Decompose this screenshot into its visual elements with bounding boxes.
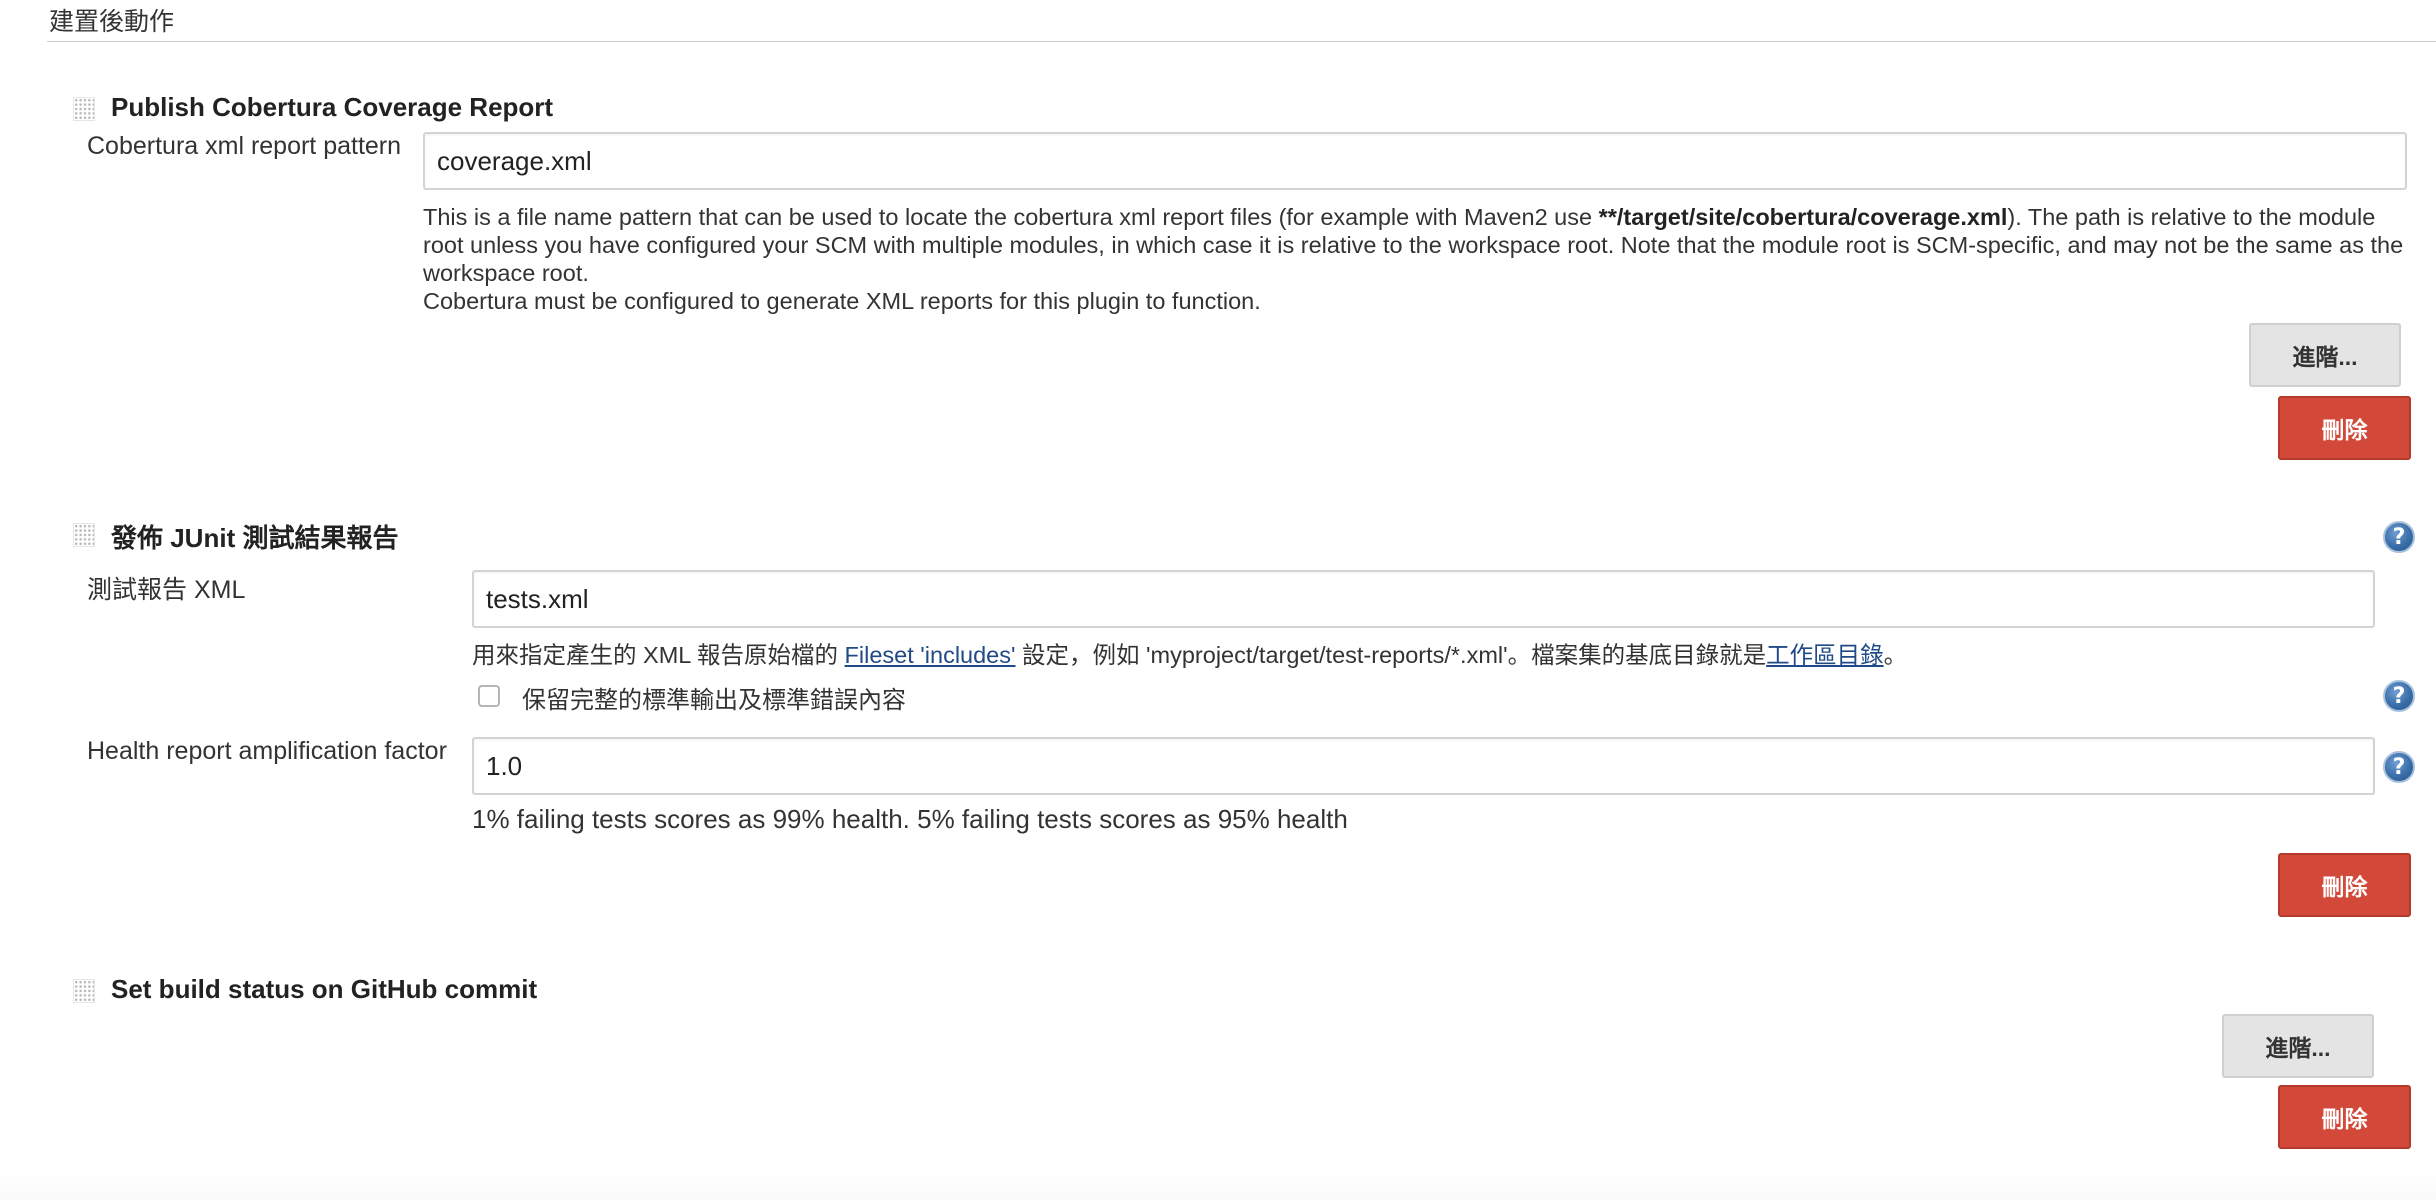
cobertura-help-text: This is a file name pattern that can be … [423,203,2413,315]
section-divider [47,41,2436,42]
cobertura-help-part1: This is a file name pattern that can be … [423,204,1599,230]
health-factor-input[interactable] [472,737,2375,795]
github-advanced-button[interactable]: 進階... [2222,1014,2374,1078]
health-factor-label: Health report amplification factor [87,737,447,765]
section-title: 建置後動作 [49,8,175,36]
keep-output-label: 保留完整的標準輸出及標準錯誤內容 [522,687,906,714]
help-icon[interactable]: ? [2383,521,2415,553]
drag-handle-icon[interactable] [73,979,95,1003]
keep-output-checkbox[interactable] [478,685,500,707]
cobertura-step-title: Publish Cobertura Coverage Report [111,92,554,122]
drag-handle-icon[interactable] [73,97,95,121]
junit-xml-label: 測試報告 XML [87,576,246,604]
fileset-includes-link[interactable]: Fileset 'includes' [845,642,1016,668]
junit-help-prefix: 用來指定產生的 XML 報告原始檔的 [472,642,845,668]
drag-handle-icon[interactable] [73,523,95,547]
cobertura-help-line2: Cobertura must be configured to generate… [423,288,1261,314]
cobertura-pattern-label: Cobertura xml report pattern [87,132,402,160]
junit-help-middle: 設定，例如 'myproject/target/test-reports/*.x… [1015,642,1767,668]
github-step-title: Set build status on GitHub commit [111,974,538,1004]
cobertura-advanced-button[interactable]: 進階... [2249,323,2401,387]
cobertura-delete-button[interactable]: 刪除 [2278,396,2411,460]
health-factor-help: 1% failing tests scores as 99% health. 5… [472,804,1348,834]
cobertura-pattern-input[interactable] [423,132,2407,190]
help-icon[interactable]: ? [2383,751,2415,783]
junit-xml-help-text: 用來指定產生的 XML 報告原始檔的 Fileset 'includes' 設定… [472,641,2372,669]
junit-help-suffix: 。 [1883,642,1908,668]
junit-delete-button[interactable]: 刪除 [2278,853,2411,917]
junit-step-title: 發佈 JUnit 測試結果報告 [111,523,399,553]
bottom-edge [0,1172,2436,1200]
workspace-dir-link[interactable]: 工作區目錄 [1766,642,1884,668]
junit-xml-input[interactable] [472,570,2375,628]
help-icon[interactable]: ? [2383,680,2415,712]
github-delete-button[interactable]: 刪除 [2278,1085,2411,1149]
cobertura-help-bold: **/target/site/cobertura/coverage.xml [1598,204,2008,230]
